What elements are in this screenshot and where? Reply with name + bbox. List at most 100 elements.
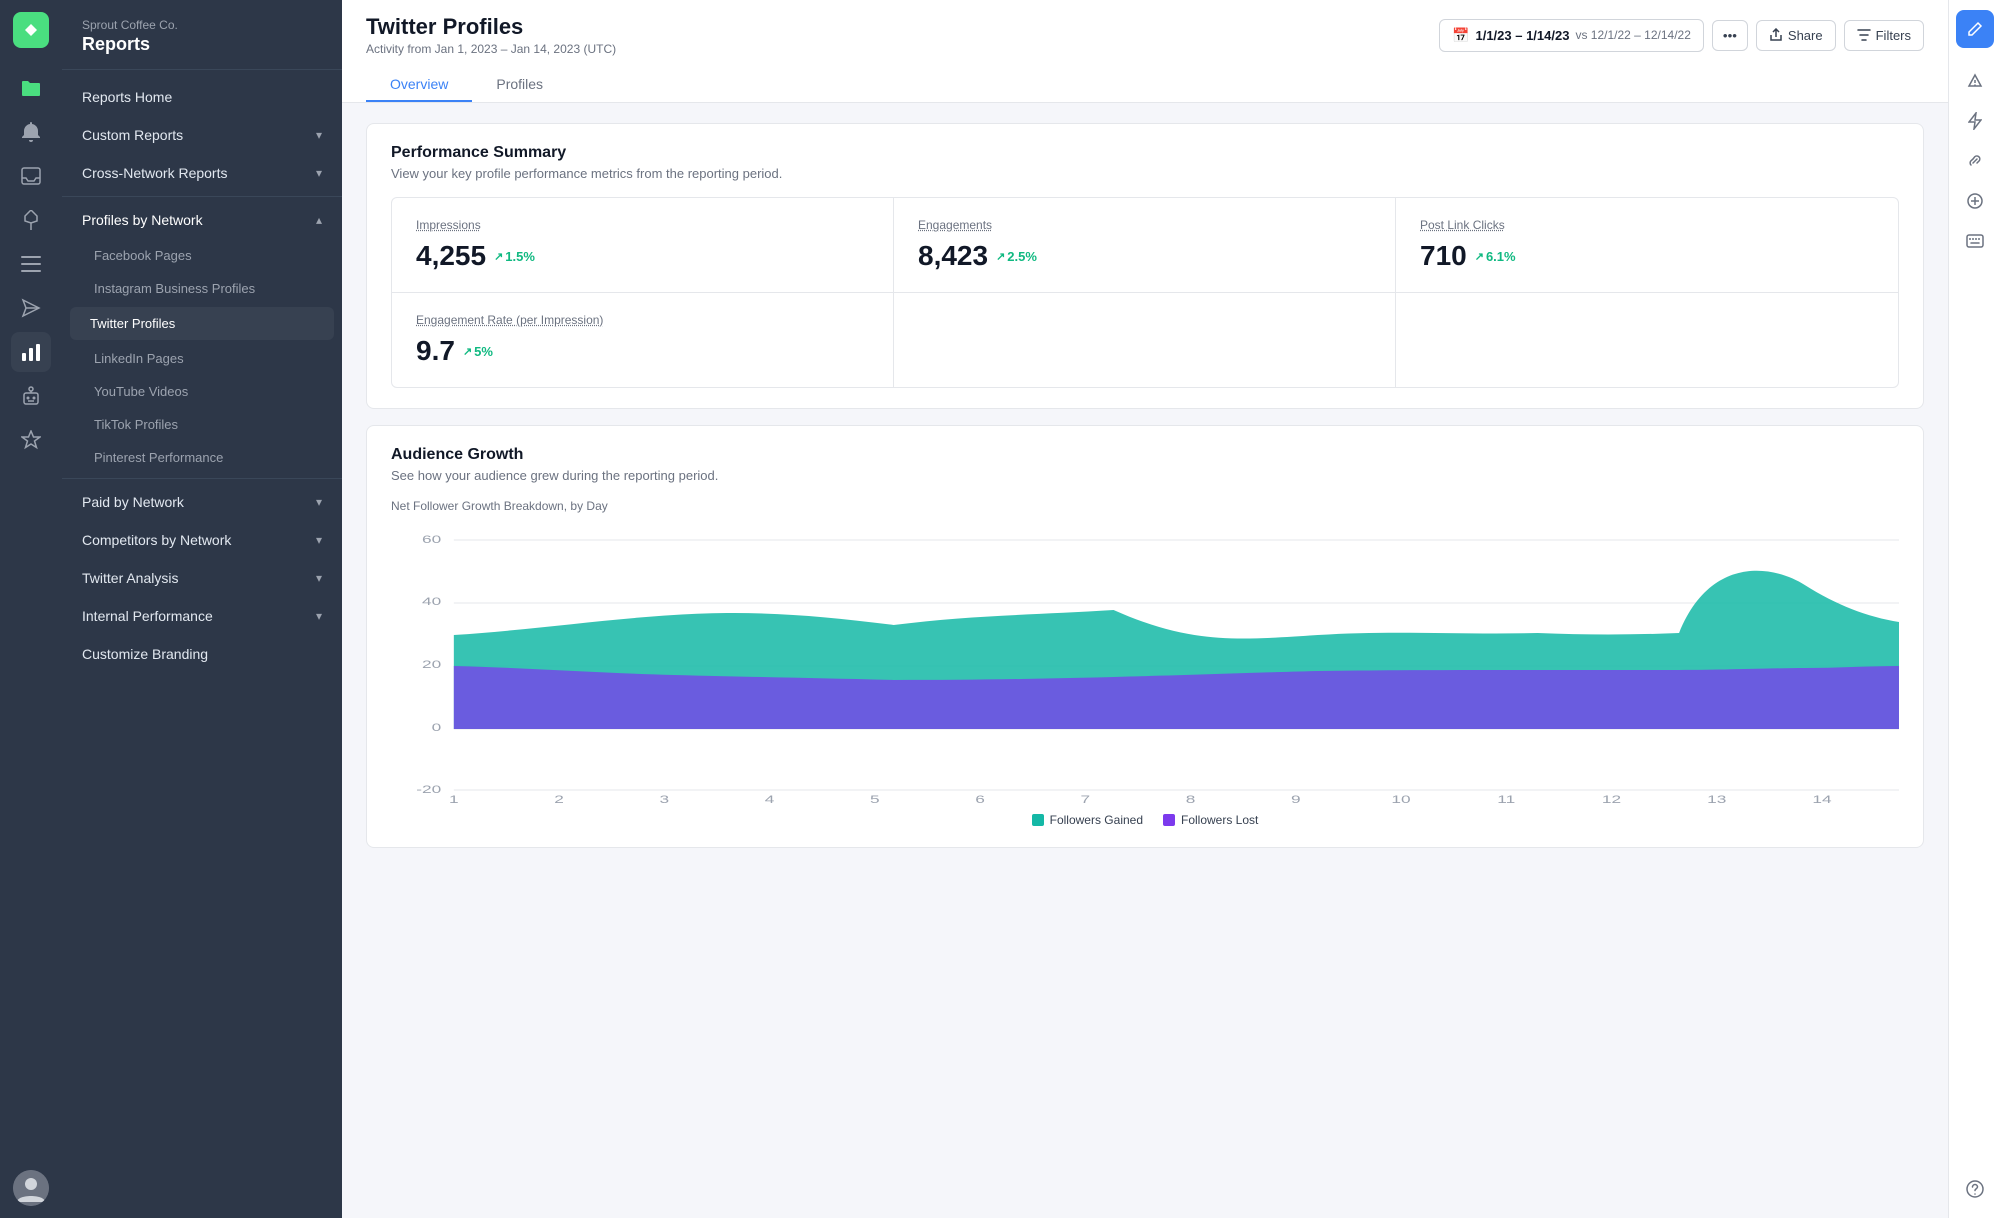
metric-empty-2 (1396, 293, 1898, 387)
chart-legend: Followers Gained Followers Lost (391, 813, 1899, 827)
metric-engagements: Engagements 8,423 ↗ 2.5% (894, 198, 1396, 292)
main-header: Twitter Profiles Activity from Jan 1, 20… (342, 0, 1948, 103)
filters-button[interactable]: Filters (1844, 20, 1924, 51)
audience-growth-title: Audience Growth (391, 446, 1899, 464)
compose-button[interactable] (1956, 10, 1994, 48)
sidebar-sub-instagram[interactable]: Instagram Business Profiles (62, 272, 342, 305)
chevron-custom-reports-icon: ▾ (316, 128, 322, 142)
link-icon[interactable] (1956, 142, 1994, 180)
sidebar-sub-linkedin[interactable]: LinkedIn Pages (62, 342, 342, 375)
engagement-rate-change: ↗ 5% (463, 344, 493, 359)
date-range-current: 1/1/23 – 1/14/23 (1475, 28, 1569, 43)
audience-growth-chart: 60 40 20 0 -20 (391, 525, 1899, 805)
page-title-wrap: Twitter Profiles Activity from Jan 1, 20… (366, 14, 616, 56)
perf-summary-title: Performance Summary (391, 144, 1899, 162)
sidebar-sub-pinterest[interactable]: Pinterest Performance (62, 441, 342, 474)
sidebar-item-customize-branding[interactable]: Customize Branding (62, 635, 342, 673)
svg-text:7: 7 (1081, 794, 1091, 805)
impressions-arrow-icon: ↗ (494, 250, 503, 263)
alert-icon[interactable] (1956, 62, 1994, 100)
svg-text:5: 5 (870, 794, 880, 805)
svg-text:-20: -20 (416, 784, 441, 796)
chart-label: Net Follower Growth Breakdown, by Day (391, 499, 1899, 513)
svg-text:6: 6 (975, 794, 985, 805)
tabs: Overview Profiles (366, 68, 1924, 102)
rail-icon-pin[interactable] (11, 200, 51, 240)
engagements-arrow-icon: ↗ (996, 250, 1005, 263)
tab-overview[interactable]: Overview (366, 68, 472, 102)
sidebar-item-custom-reports[interactable]: Custom Reports ▾ (62, 116, 342, 154)
svg-text:20: 20 (422, 659, 441, 671)
rail-icon-send[interactable] (11, 288, 51, 328)
svg-text:3: 3 (660, 794, 670, 805)
sidebar-company: Sprout Coffee Co. (82, 18, 322, 32)
sidebar: Sprout Coffee Co. Reports Reports Home C… (62, 0, 342, 1218)
keyboard-icon[interactable] (1956, 222, 1994, 260)
sidebar-item-reports-home[interactable]: Reports Home (62, 78, 342, 116)
add-icon[interactable] (1956, 182, 1994, 220)
impressions-value: 4,255 ↗ 1.5% (416, 240, 869, 272)
chart-container: 60 40 20 0 -20 (391, 525, 1899, 805)
user-avatar[interactable] (13, 1170, 49, 1206)
post-link-clicks-arrow-icon: ↗ (1475, 250, 1484, 263)
svg-text:8: 8 (1186, 794, 1196, 805)
svg-text:12: 12 (1602, 794, 1621, 805)
svg-text:2: 2 (554, 794, 564, 805)
perf-summary-subtitle: View your key profile performance metric… (391, 166, 1899, 181)
rail-icon-robot[interactable] (11, 376, 51, 416)
impressions-change: ↗ 1.5% (494, 249, 535, 264)
legend-followers-lost: Followers Lost (1163, 813, 1258, 827)
svg-text:9: 9 (1291, 794, 1301, 805)
impressions-label: Impressions (416, 218, 869, 232)
rail-icon-inbox[interactable] (11, 156, 51, 196)
sidebar-item-cross-network[interactable]: Cross-Network Reports ▾ (62, 154, 342, 192)
left-icon-rail (0, 0, 62, 1218)
calendar-icon: 📅 (1452, 27, 1469, 44)
sidebar-sub-tiktok[interactable]: TikTok Profiles (62, 408, 342, 441)
post-link-clicks-change: ↗ 6.1% (1475, 249, 1516, 264)
sidebar-item-profiles-by-network[interactable]: Profiles by Network ▴ (62, 201, 342, 239)
sidebar-header: Sprout Coffee Co. Reports (62, 0, 342, 70)
followers-lost-dot (1163, 814, 1175, 826)
sidebar-sub-facebook[interactable]: Facebook Pages (62, 239, 342, 272)
performance-summary-card: Performance Summary View your key profil… (366, 123, 1924, 409)
help-icon[interactable] (1956, 1170, 1994, 1208)
share-button[interactable]: Share (1756, 20, 1836, 51)
more-options-button[interactable]: ••• (1712, 20, 1748, 51)
tab-profiles[interactable]: Profiles (472, 68, 567, 102)
post-link-clicks-label: Post Link Clicks (1420, 218, 1874, 232)
date-range-button[interactable]: 📅 1/1/23 – 1/14/23 vs 12/1/22 – 12/14/22 (1439, 19, 1704, 52)
engagements-label: Engagements (918, 218, 1371, 232)
page-subtitle: Activity from Jan 1, 2023 – Jan 14, 2023… (366, 42, 616, 56)
sidebar-item-internal-performance[interactable]: Internal Performance ▾ (62, 597, 342, 635)
sidebar-sub-twitter[interactable]: Twitter Profiles (70, 307, 334, 340)
lightning-icon[interactable] (1956, 102, 1994, 140)
svg-text:11: 11 (1497, 794, 1515, 805)
svg-text:1: 1 (449, 794, 459, 805)
rail-icon-list[interactable] (11, 244, 51, 284)
chevron-profiles-icon: ▴ (316, 213, 322, 227)
rail-icon-bell[interactable] (11, 112, 51, 152)
svg-text:10: 10 (1391, 794, 1410, 805)
filters-icon (1857, 28, 1871, 42)
app-logo (13, 12, 49, 48)
nav-divider-2 (62, 478, 342, 479)
metrics-wrapper: Impressions 4,255 ↗ 1.5% Engagements (391, 197, 1899, 388)
sidebar-sub-youtube[interactable]: YouTube Videos (62, 375, 342, 408)
svg-text:14: 14 (1812, 794, 1831, 805)
sidebar-item-competitors[interactable]: Competitors by Network ▾ (62, 521, 342, 559)
rail-icon-chart[interactable] (11, 332, 51, 372)
chevron-twitter-analysis-icon: ▾ (316, 571, 322, 585)
rail-icon-star[interactable] (11, 420, 51, 460)
header-actions: 📅 1/1/23 – 1/14/23 vs 12/1/22 – 12/14/22… (1439, 19, 1924, 52)
sidebar-item-twitter-analysis[interactable]: Twitter Analysis ▾ (62, 559, 342, 597)
engagement-rate-arrow-icon: ↗ (463, 345, 472, 358)
legend-followers-gained: Followers Gained (1032, 813, 1143, 827)
page-title: Twitter Profiles (366, 14, 616, 40)
rail-icon-folder[interactable] (11, 68, 51, 108)
metric-impressions: Impressions 4,255 ↗ 1.5% (392, 198, 894, 292)
metrics-row-1: Impressions 4,255 ↗ 1.5% Engagements (392, 198, 1898, 293)
sidebar-item-paid-by-network[interactable]: Paid by Network ▾ (62, 483, 342, 521)
date-range-vs: vs 12/1/22 – 12/14/22 (1575, 28, 1690, 42)
right-icon-rail (1948, 0, 2000, 1218)
